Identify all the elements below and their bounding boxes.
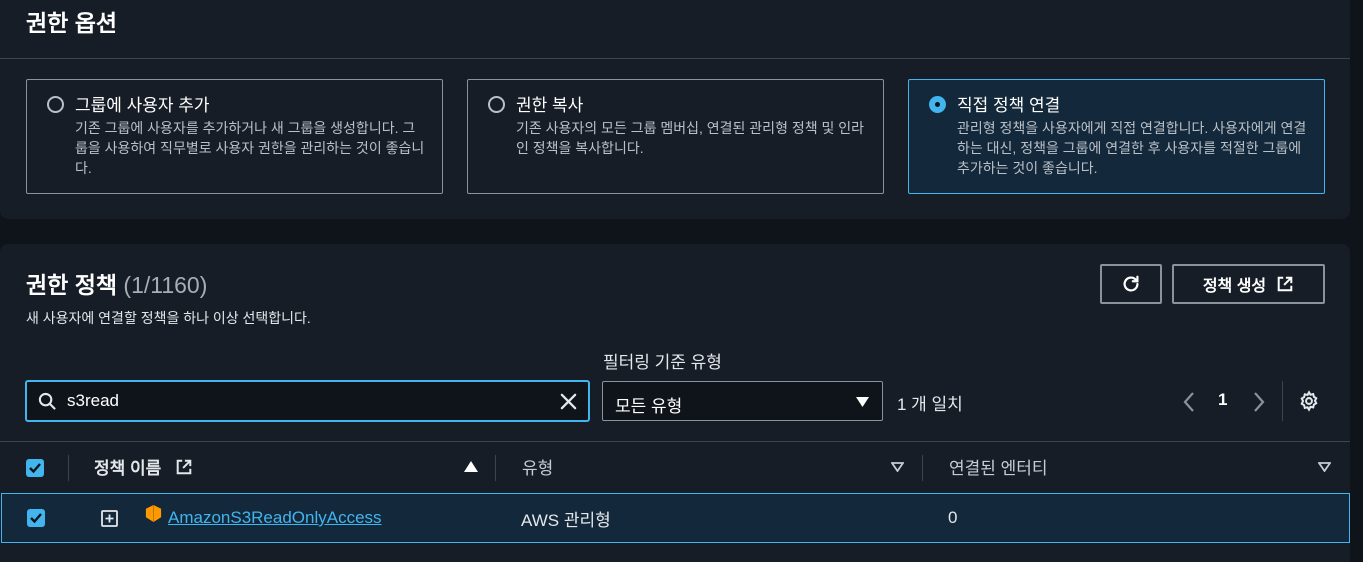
policy-search-box[interactable] [25, 380, 590, 422]
table-divider [0, 441, 1350, 442]
policies-title: 권한 정책 (1/1160) [26, 266, 207, 300]
option-card-attach-policies[interactable]: 직접 정책 연결 관리형 정책을 사용자에게 직접 연결합니다. 사용자에게 연… [908, 79, 1325, 194]
attached-entities-cell: 0 [948, 508, 958, 527]
clear-search-icon[interactable] [559, 392, 578, 411]
create-policy-label: 정책 생성 [1202, 278, 1267, 295]
expand-row-icon[interactable] [101, 510, 118, 527]
divider [0, 58, 1350, 59]
radio-add-to-group[interactable] [47, 96, 64, 113]
column-header-type[interactable]: 유형 [522, 454, 553, 479]
pager-next-icon[interactable] [1253, 392, 1265, 412]
external-link-icon [1276, 275, 1294, 293]
policy-search-input[interactable] [67, 390, 547, 412]
pager-prev-icon[interactable] [1183, 392, 1195, 412]
row-checkbox[interactable] [27, 509, 45, 527]
option-desc-copy-permissions: 기존 사용자의 모든 그룹 멤버십, 연결된 관리형 정책 및 인라인 정책을 … [516, 120, 865, 156]
refresh-button[interactable] [1100, 264, 1162, 304]
column-separator [922, 455, 923, 481]
option-title-copy-permissions: 권한 복사 [516, 96, 584, 115]
column-header-policy-name[interactable]: 정책 이름 [94, 454, 161, 479]
pager-current-page[interactable]: 1 [1218, 390, 1227, 410]
option-card-add-to-group[interactable]: 그룹에 사용자 추가 기존 그룹에 사용자를 추가하거나 새 그룹을 생성합니다… [26, 79, 443, 194]
radio-copy-permissions[interactable] [488, 96, 505, 113]
option-desc-attach-policies: 관리형 정책을 사용자에게 직접 연결합니다. 사용자에게 연결하는 대신, 정… [957, 120, 1307, 176]
caret-down-icon [856, 397, 869, 407]
table-row[interactable]: AmazonS3ReadOnlyAccess AWS 관리형 0 [1, 493, 1350, 543]
column-header-policy-name-label: 정책 이름 [94, 459, 162, 478]
option-title-add-to-group: 그룹에 사용자 추가 [75, 96, 210, 115]
settings-gear-icon[interactable] [1298, 390, 1320, 412]
pager-separator [1282, 381, 1283, 421]
column-separator [495, 455, 496, 481]
column-header-attached-entities[interactable]: 연결된 엔터티 [949, 454, 1048, 479]
sort-ascending-icon[interactable] [464, 461, 478, 472]
aws-managed-policy-icon [144, 504, 163, 523]
sort-icon[interactable] [891, 462, 904, 472]
create-policy-button[interactable]: 정책 생성 [1172, 264, 1325, 304]
policy-type-select-value: 모든 유형 [615, 397, 683, 416]
refresh-icon [1120, 273, 1142, 295]
option-title-attach-policies: 직접 정책 연결 [957, 96, 1061, 115]
match-count: 1 개 일치 [897, 395, 963, 414]
option-desc-add-to-group: 기존 그룹에 사용자를 추가하거나 새 그룹을 생성합니다. 그룹을 사용하여 … [75, 120, 425, 176]
permission-options-title: 권한 옵션 [26, 10, 118, 36]
policies-title-text: 권한 정책 [26, 272, 118, 298]
radio-attach-policies[interactable] [929, 96, 946, 113]
option-card-copy-permissions[interactable]: 권한 복사 기존 사용자의 모든 그룹 멤버십, 연결된 관리형 정책 및 인라… [467, 79, 884, 194]
column-separator [68, 455, 69, 481]
sort-icon[interactable] [1318, 462, 1331, 472]
policies-count: (1/1160) [123, 272, 208, 298]
search-icon [38, 392, 57, 411]
policy-name-link[interactable]: AmazonS3ReadOnlyAccess [168, 508, 382, 528]
permission-policies-panel: 권한 정책 (1/1160) 새 사용자에 연결할 정책을 하나 이상 선택합니… [0, 244, 1350, 562]
permission-options-panel: 권한 옵션 그룹에 사용자 추가 기존 그룹에 사용자를 추가하거나 새 그룹을… [0, 0, 1350, 219]
filter-type-label: 필터링 기준 유형 [603, 353, 722, 372]
policy-type-cell: AWS 관리형 [521, 511, 611, 530]
select-all-checkbox[interactable] [26, 459, 44, 477]
policy-type-select[interactable]: 모든 유형 [602, 381, 883, 421]
external-link-icon [175, 458, 193, 476]
policies-subtitle: 새 사용자에 연결할 정책을 하나 이상 선택합니다. [26, 310, 311, 326]
